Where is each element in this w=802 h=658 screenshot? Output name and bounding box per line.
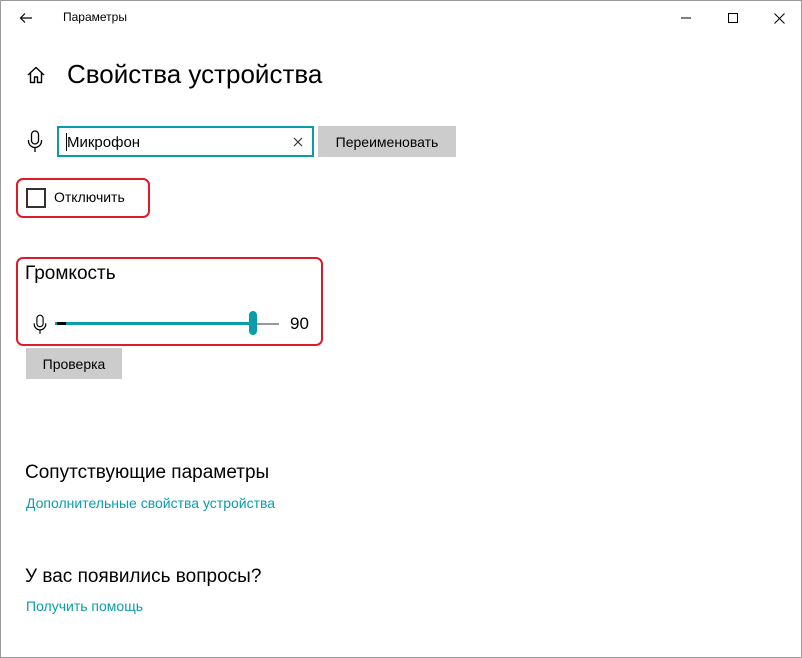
close-button[interactable] (756, 1, 802, 35)
get-help-link[interactable]: Получить помощь (26, 598, 143, 614)
questions-heading: У вас появились вопросы? (25, 566, 262, 587)
device-name-value: Микрофон (67, 134, 141, 151)
volume-heading: Громкость (25, 263, 116, 284)
disable-checkbox[interactable] (26, 188, 46, 208)
home-icon[interactable] (25, 64, 47, 86)
test-button[interactable]: Проверка (26, 348, 122, 379)
title-bar: Параметры (1, 1, 801, 35)
minimize-icon (681, 17, 691, 19)
device-name-input[interactable]: Микрофон (57, 126, 314, 157)
slider-thumb[interactable] (249, 311, 257, 335)
disable-label[interactable]: Отключить (54, 189, 125, 205)
close-icon (773, 12, 785, 24)
maximize-icon (728, 13, 738, 23)
microphone-icon (27, 130, 43, 152)
minimize-button[interactable] (663, 1, 709, 35)
volume-value: 90 (290, 314, 309, 333)
maximize-button[interactable] (710, 1, 756, 35)
volume-slider[interactable] (55, 311, 279, 337)
slider-fill (55, 322, 253, 325)
back-button[interactable] (11, 5, 41, 31)
related-settings-heading: Сопутствующие параметры (25, 462, 270, 483)
clear-x-icon (293, 137, 303, 147)
arrow-left-icon (19, 13, 32, 23)
input-level-meter (57, 322, 66, 325)
clear-input-button[interactable] (290, 133, 306, 151)
additional-device-properties-link[interactable]: Дополнительные свойства устройства (26, 495, 275, 511)
page-title: Свойства устройства (67, 59, 323, 89)
window-title: Параметры (63, 10, 127, 24)
rename-button[interactable]: Переименовать (318, 126, 456, 157)
microphone-icon (33, 314, 47, 334)
settings-window: Параметры Свойства устройства Микрофон П… (0, 0, 802, 658)
